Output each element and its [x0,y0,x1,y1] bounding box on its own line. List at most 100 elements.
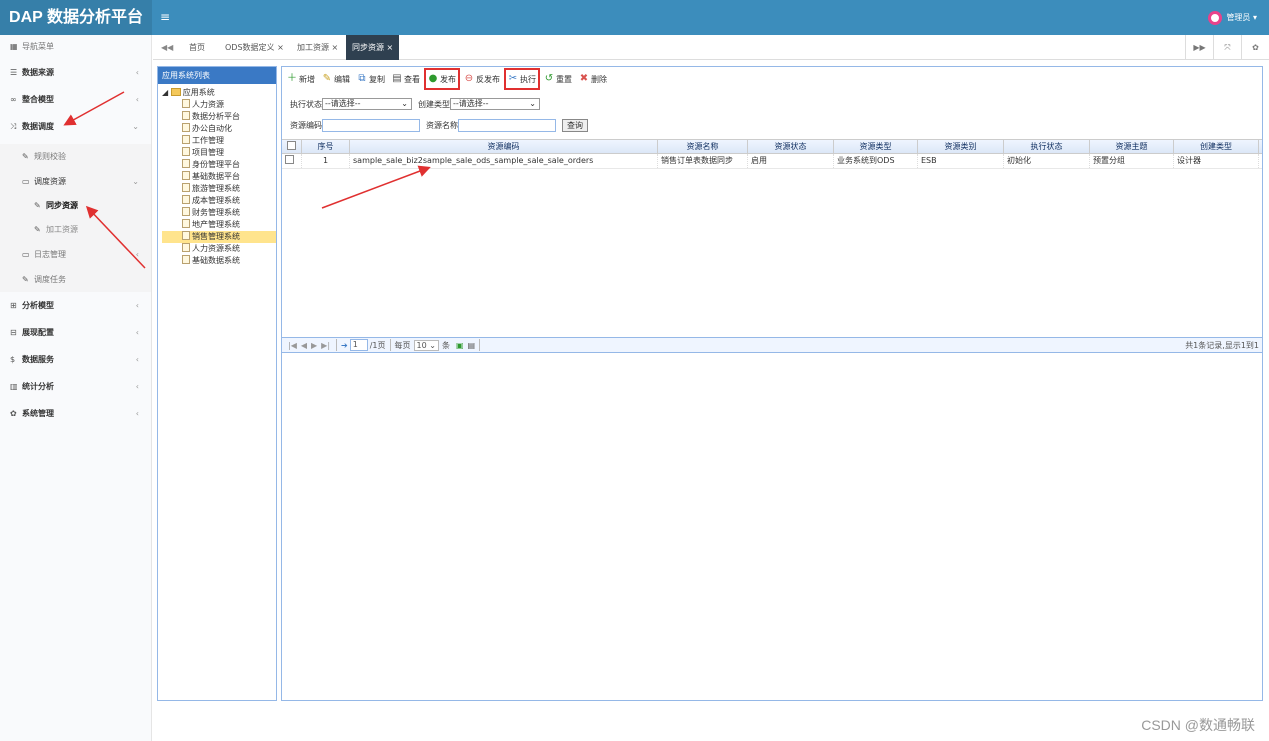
folder-icon [170,88,181,96]
column-header[interactable]: 资源编码 [350,140,658,153]
column-header[interactable]: 创建类型 [1174,140,1259,153]
doc-export-icon[interactable]: ▤ [468,341,476,350]
tab-scroll-left-icon[interactable]: ◀◀ [161,35,173,60]
tree-node[interactable]: 人力资源 [162,99,276,111]
chevron-left-icon: ‹ [135,95,139,104]
publish-button[interactable]: ● 发布 [424,68,460,90]
tree-node[interactable]: 办公自动化 [162,123,276,135]
sidebar-item-data-schedule[interactable]: ⤨ 数据调度 ⌄ [0,113,151,140]
table-cell: 启用 [748,154,834,168]
view-icon: ▤ [392,73,402,84]
app-brand[interactable]: DAP 数据分析平台 [0,0,152,35]
column-header[interactable]: 资源名称 [658,140,748,153]
sidebar-item-process-resource[interactable]: ✎ 加工资源 [0,218,151,242]
create-type-select[interactable]: --请选择-- ⌄ [450,98,540,110]
sidebar-item-schedule-resource[interactable]: ▭ 调度资源 ⌄ [0,169,151,194]
tree-node[interactable]: 成本管理系统 [162,195,276,207]
table-row[interactable]: 1 sample_sale_biz2sample_sale_ods_sample_… [282,154,1262,169]
select-all-checkbox[interactable] [282,140,302,153]
tab-home[interactable]: 首页 [189,35,205,60]
tree-root[interactable]: ◢ 应用系统 [162,87,276,99]
file-icon [182,147,190,156]
sidebar-item-system-manage[interactable]: ✿ 系统管理 ‹ [0,400,151,427]
tree-node[interactable]: 基础数据平台 [162,171,276,183]
add-button[interactable]: ＋新增 [284,70,318,88]
file-icon [182,207,190,216]
next-page-icon[interactable]: ▶ [311,341,317,350]
tree-node[interactable]: 销售管理系统 [162,231,276,243]
chevron-down-icon: ⌄ [401,99,408,108]
file-icon [182,243,190,252]
reset-button[interactable]: ↺ 重置 [541,70,575,88]
column-header[interactable]: 执行状态 [1004,140,1090,153]
settings-icon[interactable]: ✿ [1241,35,1269,60]
tree-node[interactable]: 工作管理 [162,135,276,147]
prev-page-icon[interactable]: ◀ [301,341,307,350]
excel-export-icon[interactable]: ▣ [456,341,464,350]
toolbar: ＋新增 ✎ 编辑 ⧉ 复制 ▤ 查看 ● 发布 ⊖ 反发布 ✂ 执行 ↺ 重置 ✖ 删除 [284,68,611,90]
view-button[interactable]: ▤ 查看 [389,70,423,88]
expand-icon[interactable]: ◢ [162,88,168,97]
tree-node[interactable]: 数据分析平台 [162,111,276,123]
tab-process-resource[interactable]: 加工资源 × [297,35,338,60]
column-header[interactable]: 资源状态 [748,140,834,153]
tree-node[interactable]: 项目管理 [162,147,276,159]
tree-node[interactable]: 旅游管理系统 [162,183,276,195]
code-input[interactable] [322,119,420,132]
table-cell: 初始化 [1004,154,1090,168]
sidebar-item-integration-model[interactable]: ∞ 整合模型 ‹ [0,86,151,113]
tree-node[interactable]: 人力资源系统 [162,243,276,255]
sidebar-item-data-source[interactable]: ☰ 数据来源 ‹ [0,59,151,86]
edit-icon: ✎ [22,152,29,161]
sidebar-item-log-manage[interactable]: ▭ 日志管理 ‹ [0,242,151,267]
tab-bar: ◀◀ 首页 ODS数据定义 × 加工资源 × 同步资源 × ▶▶ ⤧ ✿ [153,35,1269,60]
sidebar-item-display-config[interactable]: ⊟ 展现配置 ‹ [0,319,151,346]
tab-ods[interactable]: ODS数据定义 × [225,35,284,60]
fullscreen-icon[interactable]: ⤧ [1213,35,1241,60]
sidebar-item-statistics[interactable]: ▥ 统计分析 ‹ [0,373,151,400]
sidebar-item-rule-check[interactable]: ✎ 规则校验 [0,144,151,169]
per-page-select[interactable]: 10 ⌄ [413,339,439,351]
tree-node[interactable]: 财务管理系统 [162,207,276,219]
add-icon: ＋ [287,73,297,84]
execute-button[interactable]: ✂ 执行 [504,68,540,90]
tree-node[interactable]: 基础数据系统 [162,255,276,267]
create-type-label: 创建类型 [418,99,450,109]
file-icon [182,195,190,204]
column-header[interactable]: 序号 [302,140,350,153]
column-header[interactable]: 资源类型 [834,140,918,153]
sidebar-item-analysis-model[interactable]: ⊞ 分析模型 ‹ [0,292,151,319]
exec-status-select[interactable]: --请选择-- ⌄ [322,98,412,110]
name-input[interactable] [458,119,556,132]
column-header[interactable]: 资源类别 [918,140,1004,153]
sidebar-item-schedule-task[interactable]: ✎ 调度任务 [0,267,151,292]
table-cell: 业务系统到ODS [834,154,918,168]
chevron-left-icon: ‹ [135,409,139,418]
tree-node[interactable]: 地产管理系统 [162,219,276,231]
sidebar-title: ▦ 导航菜单 [0,35,151,59]
unpublish-button[interactable]: ⊖ 反发布 [461,70,503,88]
last-page-icon[interactable]: ▶| [321,341,330,350]
tab-scroll-right-icon[interactable]: ▶▶ [1185,35,1213,60]
file-icon [182,123,190,132]
first-page-icon[interactable]: |◀ [288,341,297,350]
tree-node[interactable]: 身份管理平台 [162,159,276,171]
copy-icon: ⧉ [358,73,366,84]
user-menu[interactable]: 管理员 ▾ [1208,0,1257,35]
name-label: 资源名称 [426,121,458,130]
row-checkbox[interactable] [282,154,302,168]
sitemap-icon: ⊞ [10,301,17,310]
copy-button[interactable]: ⧉ 复制 [354,70,388,88]
delete-button[interactable]: ✖ 删除 [576,70,610,88]
edit-button[interactable]: ✎ 编辑 [319,70,353,88]
sidebar-item-sync-resource[interactable]: ✎ 同步资源 [0,194,151,218]
sidebar-item-data-service[interactable]: $ 数据服务 ‹ [0,346,151,373]
page-input[interactable]: 1 [349,339,368,351]
columns-icon: ⊟ [10,328,17,337]
tab-sync-resource[interactable]: 同步资源 × [346,35,400,60]
column-header[interactable]: 资源主题 [1090,140,1174,153]
go-page-icon[interactable]: ➔ [341,341,348,350]
link-icon: ∞ [10,95,17,104]
query-button[interactable]: 查询 [562,119,588,132]
sidebar-toggle-icon[interactable]: ≡ [160,0,170,35]
